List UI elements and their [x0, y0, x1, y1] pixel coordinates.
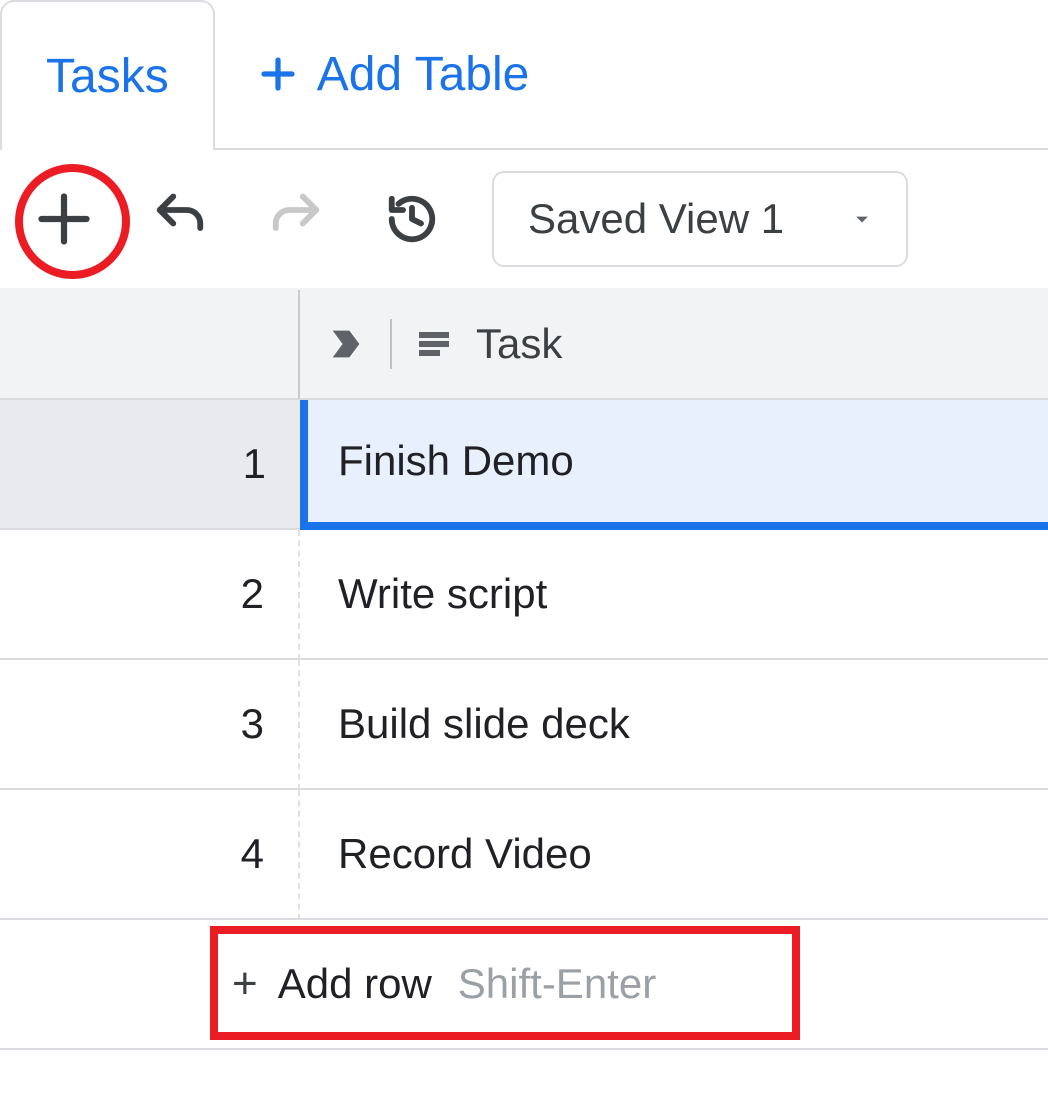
add-row-label: Add row	[278, 960, 432, 1008]
column-header-task[interactable]: Task	[300, 290, 1048, 400]
add-row-button[interactable]: + Add row Shift-Enter	[0, 920, 656, 1048]
row-number-header[interactable]	[0, 290, 300, 400]
task-table: Task 1 Finish Demo 2 Write script 3 Buil…	[0, 290, 1048, 1050]
add-table-label: Add Table	[317, 47, 530, 102]
row-number[interactable]: 3	[0, 660, 300, 790]
history-icon	[385, 192, 439, 246]
saved-view-label: Saved View 1	[528, 195, 784, 243]
table-cell[interactable]: Build slide deck	[300, 660, 1048, 790]
plus-icon	[257, 53, 299, 95]
saved-view-select[interactable]: Saved View 1	[492, 171, 908, 267]
table-cell[interactable]: Finish Demo	[300, 400, 1048, 530]
add-row-region: + Add row Shift-Enter	[0, 920, 1048, 1050]
tab-tasks[interactable]: Tasks	[0, 0, 215, 150]
add-row-shortcut: Shift-Enter	[458, 960, 656, 1008]
plus-icon: +	[232, 959, 258, 1009]
row-number[interactable]: 4	[0, 790, 300, 920]
tab-bar: Tasks Add Table	[0, 0, 1048, 150]
row-number[interactable]: 1	[0, 400, 300, 530]
tool-bar: Saved View 1	[0, 150, 1048, 290]
column-header-label: Task	[476, 320, 562, 368]
chevron-right-filled-icon	[326, 324, 366, 364]
tab-tasks-label: Tasks	[46, 49, 169, 104]
undo-icon	[153, 192, 207, 246]
history-button[interactable]	[368, 175, 456, 263]
table-cell[interactable]: Record Video	[300, 790, 1048, 920]
add-table-button[interactable]: Add Table	[217, 0, 570, 148]
table-cell[interactable]: Write script	[300, 530, 1048, 660]
add-button[interactable]	[20, 175, 108, 263]
undo-button[interactable]	[136, 175, 224, 263]
separator	[390, 319, 392, 369]
chevron-down-icon	[848, 205, 876, 233]
redo-icon	[269, 192, 323, 246]
row-number[interactable]: 2	[0, 530, 300, 660]
plus-icon	[34, 189, 94, 249]
text-lines-icon	[416, 326, 452, 362]
redo-button[interactable]	[252, 175, 340, 263]
